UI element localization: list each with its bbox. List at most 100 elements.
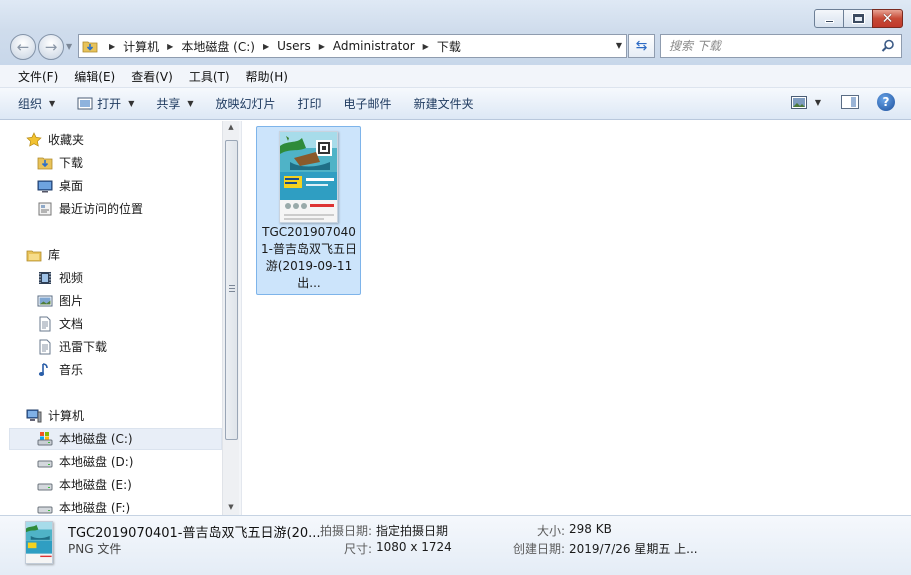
minimize-button[interactable] bbox=[814, 9, 844, 28]
dimensions-label: 尺寸: bbox=[344, 542, 373, 556]
travel-poster-thumbnail-icon bbox=[280, 132, 337, 222]
view-icon bbox=[790, 95, 807, 109]
breadcrumb-separator-icon[interactable]: ▶ bbox=[159, 42, 181, 51]
travel-poster-thumbnail-icon bbox=[26, 522, 52, 563]
refresh-button[interactable]: ⇆ bbox=[628, 34, 655, 58]
pane-splitter[interactable] bbox=[239, 121, 242, 515]
breadcrumb-administrator[interactable]: Administrator bbox=[333, 39, 415, 53]
nav-item-label: 最近访问的位置 bbox=[59, 202, 144, 216]
explorer-window: ✕ ← → ▼ ▶ 计算机 ▶ 本地磁盘 (C:) ▶ Users ▶ Admi… bbox=[0, 0, 911, 575]
nav-item-recent-places[interactable]: 最近访问的位置 bbox=[37, 200, 143, 217]
search-box[interactable] bbox=[660, 34, 902, 58]
computer-icon bbox=[26, 408, 42, 424]
scrollbar-thumb[interactable] bbox=[225, 140, 238, 440]
print-button[interactable]: 打印 bbox=[298, 95, 322, 112]
nav-item-documents[interactable]: 文档 bbox=[37, 315, 83, 332]
maximize-button[interactable] bbox=[843, 9, 873, 28]
back-button[interactable]: ← bbox=[10, 34, 36, 60]
navigation-scrollbar[interactable]: ▲ ▼ bbox=[222, 121, 239, 515]
forward-arrow-icon: → bbox=[44, 38, 58, 56]
title-bar: ✕ bbox=[0, 0, 911, 31]
close-icon: ✕ bbox=[881, 10, 894, 27]
recent-places-icon bbox=[37, 201, 53, 217]
share-button[interactable]: 共享 ▼ bbox=[156, 95, 193, 112]
maximize-icon bbox=[851, 13, 865, 24]
breadcrumb-downloads[interactable]: 下载 bbox=[437, 38, 461, 55]
nav-item-label: 音乐 bbox=[59, 363, 84, 377]
nav-item-label: 本地磁盘 (E:) bbox=[59, 478, 132, 492]
nav-item-thunder-downloads[interactable]: 迅雷下载 bbox=[37, 338, 107, 355]
search-input[interactable] bbox=[669, 39, 869, 53]
desktop-icon bbox=[37, 178, 53, 194]
file-item[interactable]: TGC2019070401-普吉岛双飞五日游(2019-09-11出... bbox=[256, 126, 361, 295]
breadcrumb-separator-icon[interactable]: ▶ bbox=[415, 42, 437, 51]
open-button[interactable]: 打开 ▼ bbox=[77, 95, 134, 112]
chevron-down-icon: ▼ bbox=[49, 99, 56, 108]
nav-item-label: 图片 bbox=[59, 294, 84, 308]
breadcrumb-separator-icon[interactable]: ▶ bbox=[101, 42, 123, 51]
nav-item-label: 视频 bbox=[59, 271, 84, 285]
nav-favorites[interactable]: 收藏夹 bbox=[26, 131, 84, 148]
grip-icon bbox=[229, 285, 235, 292]
breadcrumb-separator-icon[interactable]: ▶ bbox=[311, 42, 333, 51]
shot-date-label: 拍摄日期: bbox=[320, 524, 373, 538]
nav-item-music[interactable]: 音乐 bbox=[37, 361, 83, 378]
email-button[interactable]: 电子邮件 bbox=[344, 95, 392, 112]
nav-item-drive-c[interactable]: 本地磁盘 (C:) bbox=[37, 430, 133, 447]
preview-pane-button[interactable] bbox=[841, 95, 859, 109]
history-dropdown-icon[interactable]: ▼ bbox=[66, 42, 72, 51]
menu-bar: 文件(F) 编辑(E) 查看(V) 工具(T) 帮助(H) bbox=[0, 65, 911, 88]
detail-file-type: PNG 文件 bbox=[68, 542, 122, 556]
forward-button[interactable]: → bbox=[38, 34, 64, 60]
menu-help[interactable]: 帮助(H) bbox=[238, 68, 296, 85]
nav-item-drive-e[interactable]: 本地磁盘 (E:) bbox=[37, 476, 132, 493]
nav-computer[interactable]: 计算机 bbox=[26, 407, 84, 424]
menu-tools[interactable]: 工具(T) bbox=[181, 68, 238, 85]
back-arrow-icon: ← bbox=[16, 38, 30, 56]
share-label: 共享 bbox=[156, 97, 181, 111]
breadcrumb-users[interactable]: Users bbox=[277, 39, 311, 53]
change-view-button[interactable]: ▼ bbox=[790, 95, 821, 109]
organize-button[interactable]: 组织 ▼ bbox=[18, 95, 55, 112]
chevron-down-icon: ▼ bbox=[187, 99, 194, 108]
menu-view[interactable]: 查看(V) bbox=[123, 68, 181, 85]
created-date-label: 创建日期: bbox=[513, 542, 566, 556]
menu-file[interactable]: 文件(F) bbox=[10, 68, 66, 85]
documents-icon bbox=[37, 316, 53, 332]
search-icon[interactable] bbox=[881, 39, 895, 56]
nav-item-label: 本地磁盘 (D:) bbox=[59, 455, 134, 469]
nav-libraries[interactable]: 库 bbox=[26, 246, 60, 263]
breadcrumb-computer[interactable]: 计算机 bbox=[123, 38, 159, 55]
nav-item-desktop[interactable]: 桌面 bbox=[37, 177, 83, 194]
breadcrumb-c-drive[interactable]: 本地磁盘 (C:) bbox=[181, 38, 255, 55]
open-with-icon bbox=[77, 97, 93, 109]
menu-edit[interactable]: 编辑(E) bbox=[66, 68, 123, 85]
nav-item-label: 本地磁盘 (F:) bbox=[59, 501, 131, 515]
command-bar: 组织 ▼ 打开 ▼ 共享 ▼ 放映幻灯片 打印 电子邮件 新建文件夹 ▼ ? bbox=[0, 88, 911, 120]
nav-item-pictures[interactable]: 图片 bbox=[37, 292, 83, 309]
shot-date-value[interactable]: 指定拍摄日期 bbox=[376, 522, 448, 539]
new-folder-label: 新建文件夹 bbox=[413, 97, 474, 111]
scroll-up-icon[interactable]: ▲ bbox=[223, 123, 239, 131]
nav-item-downloads[interactable]: 下载 bbox=[37, 154, 83, 171]
nav-item-drive-f[interactable]: 本地磁盘 (F:) bbox=[37, 499, 130, 515]
address-bar[interactable]: ▶ 计算机 ▶ 本地磁盘 (C:) ▶ Users ▶ Administrato… bbox=[78, 34, 627, 58]
new-folder-button[interactable]: 新建文件夹 bbox=[414, 95, 474, 112]
nav-item-drive-d[interactable]: 本地磁盘 (D:) bbox=[37, 453, 133, 470]
image-thumbnail bbox=[279, 131, 338, 223]
address-dropdown-icon[interactable]: ▼ bbox=[616, 41, 622, 50]
navigation-bar: ← → ▼ ▶ 计算机 ▶ 本地磁盘 (C:) ▶ Users ▶ Admini… bbox=[0, 31, 911, 65]
nav-item-videos[interactable]: 视频 bbox=[37, 269, 83, 286]
help-icon[interactable]: ? bbox=[877, 93, 895, 111]
pictures-icon bbox=[37, 293, 53, 309]
slideshow-button[interactable]: 放映幻灯片 bbox=[216, 95, 276, 112]
close-button[interactable]: ✕ bbox=[872, 9, 903, 28]
scroll-down-icon[interactable]: ▼ bbox=[223, 503, 239, 511]
breadcrumb-separator-icon[interactable]: ▶ bbox=[255, 42, 277, 51]
nav-favorites-label: 收藏夹 bbox=[48, 133, 85, 147]
hard-drive-icon bbox=[37, 454, 53, 470]
nav-computer-label: 计算机 bbox=[48, 409, 85, 423]
documents-icon bbox=[37, 339, 53, 355]
created-date-value: 2019/7/26 星期五 上... bbox=[569, 542, 698, 556]
system-drive-icon bbox=[37, 431, 53, 447]
